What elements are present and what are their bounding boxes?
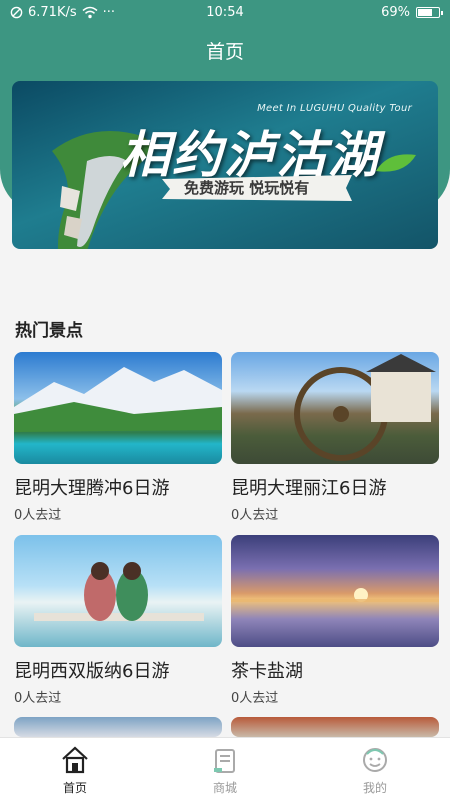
tab-home-label: 首页 [62, 781, 87, 795]
no-sim-icon [10, 6, 23, 18]
shop-icon [214, 749, 235, 773]
page-title: 首页 [205, 40, 244, 63]
spot-visit-count: 0人去过 [14, 508, 62, 523]
leaf-icon [376, 154, 416, 172]
tab-mall-label: 商城 [212, 781, 237, 795]
profile-icon [363, 748, 387, 772]
battery-fill [418, 8, 432, 16]
network-speed: 6.71K/s [28, 4, 77, 20]
spot-visit-count: 0人去过 [231, 508, 279, 523]
tab-mine[interactable]: 我的 [300, 738, 450, 800]
status-left: 6.71K/s ··· [10, 5, 180, 20]
banner-english-title: Meet In LUGUHU Quality Tour [257, 103, 412, 114]
spot-card[interactable]: 茶卡盐湖 0人去过 [231, 535, 439, 706]
spot-visit-count: 0人去过 [14, 691, 62, 706]
home-icon [62, 746, 88, 774]
spot-image [14, 717, 222, 737]
banner-subtitle: 免费游玩 悦玩悦有 [184, 179, 310, 197]
spot-name: 昆明西双版纳6日游 [14, 661, 170, 682]
bottom-tab-bar: 首页 商城 我的 [0, 737, 450, 800]
tab-mall[interactable]: 商城 [150, 738, 300, 800]
spot-image [231, 717, 439, 737]
spot-visit-count: 0人去过 [231, 691, 279, 706]
spot-card[interactable]: 昆明大理腾冲6日游 0人去过 [14, 352, 222, 523]
spot-card[interactable]: 昆明西双版纳6日游 0人去过 [14, 535, 222, 706]
spot-image [231, 352, 439, 464]
spot-image [14, 535, 222, 647]
battery-percent: 69% [381, 4, 410, 20]
spot-image [14, 352, 222, 464]
wifi-icon [82, 6, 98, 18]
spot-name: 昆明大理腾冲6日游 [14, 478, 170, 499]
status-right: 69% [270, 4, 443, 20]
promo-banner[interactable]: Meet In LUGUHU Quality Tour 相约泸沽湖 免费游玩 悦… [12, 81, 438, 249]
hot-spots-title: 热门景点 [15, 321, 83, 341]
spot-card[interactable]: 昆明大理丽江6日游 0人去过 [231, 352, 439, 523]
tab-mine-label: 我的 [362, 781, 387, 795]
spot-card-partial[interactable] [14, 717, 222, 737]
spot-card-partial[interactable] [231, 717, 439, 737]
spot-name: 茶卡盐湖 [231, 661, 303, 682]
spot-image [231, 535, 439, 647]
spot-name: 昆明大理丽江6日游 [231, 478, 387, 499]
more-indicator: ··· [102, 4, 116, 20]
tab-home[interactable]: 首页 [0, 738, 150, 800]
status-time: 10:54 [206, 4, 244, 20]
status-bar: 6.71K/s ··· 10:54 69% [0, 0, 450, 24]
battery-icon [416, 6, 443, 18]
